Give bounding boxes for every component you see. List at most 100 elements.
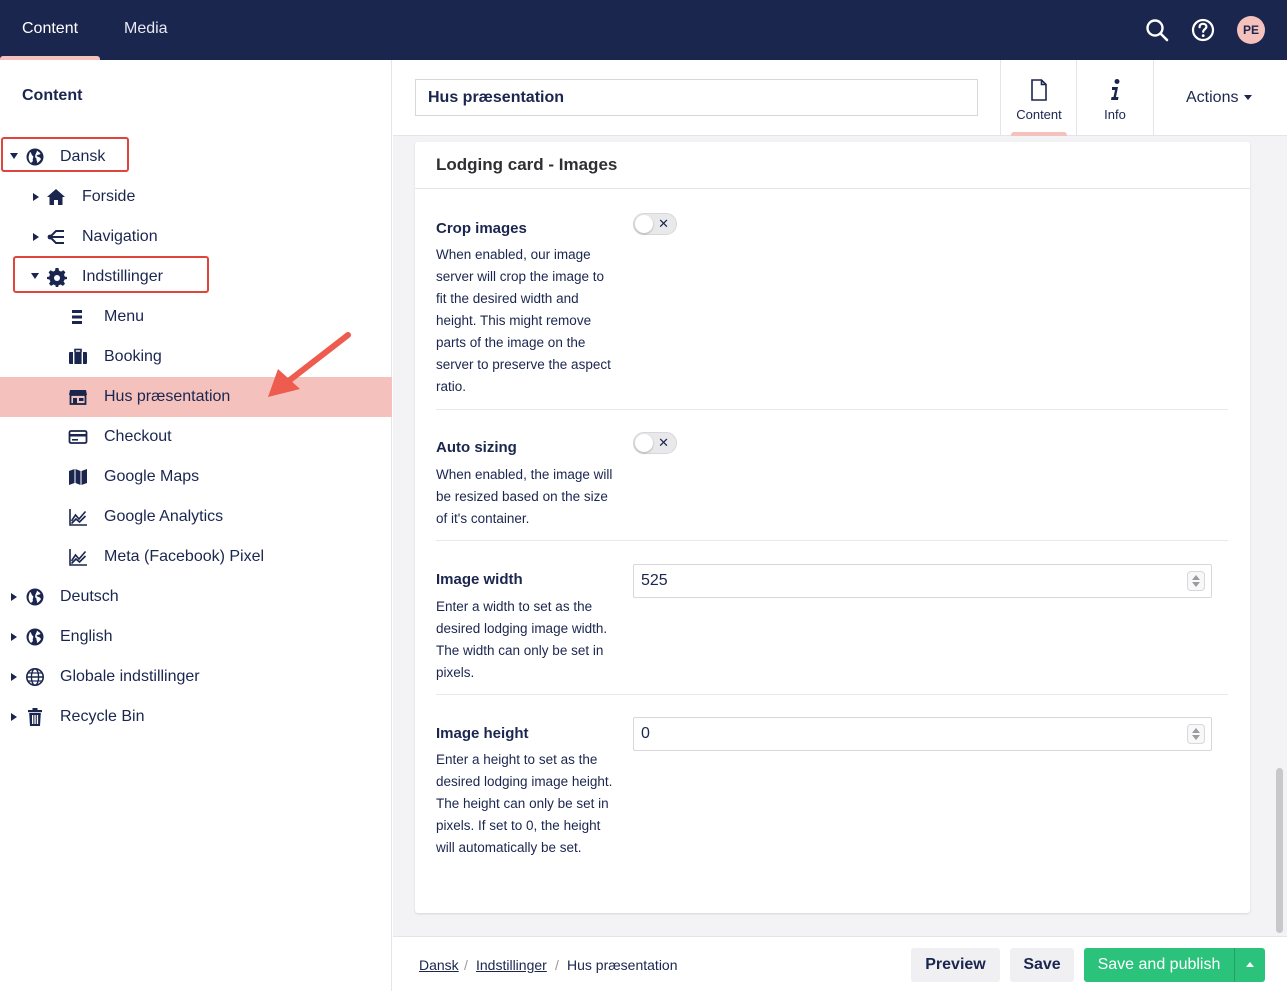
tree-item-label: Checkout (104, 428, 172, 445)
property-description-image-height: Enter a height to set as the desired lod… (436, 752, 613, 855)
tree-item-google-maps[interactable]: Google Maps (0, 457, 392, 497)
globe-icon (26, 628, 44, 646)
property-group-panel: Lodging card - Images Crop images When e… (415, 142, 1250, 913)
breadcrumb-item-dansk[interactable]: Dansk (419, 957, 459, 973)
content-scrollbar[interactable] (1276, 768, 1283, 933)
caret-down-icon (1244, 95, 1253, 101)
tree-item-label: Forside (82, 188, 136, 205)
toggle-knob (635, 434, 653, 452)
property-label-image-width: Image width (436, 571, 523, 588)
navigation-icon (47, 230, 64, 244)
section-tab-media[interactable]: Media (102, 0, 190, 60)
tree-item-meta-pixel[interactable]: Meta (Facebook) Pixel (0, 537, 392, 577)
tree-item-english[interactable]: English (0, 617, 392, 657)
property-label-auto-sizing: Auto sizing (436, 439, 517, 456)
tree-item-label: Meta (Facebook) Pixel (104, 548, 265, 565)
store-icon (69, 390, 87, 405)
tree-item-label: English (60, 628, 113, 645)
property-label-image-height: Image height (436, 725, 529, 742)
caret-right-icon[interactable] (33, 233, 39, 241)
tree-item-globale-indstillinger[interactable]: Globale indstillinger (0, 657, 392, 697)
help-icon[interactable] (1190, 17, 1216, 43)
tree-item-label: Google Analytics (104, 508, 224, 525)
annotation-arrow-icon (268, 332, 351, 397)
breadcrumb-separator: / (464, 957, 468, 973)
user-avatar[interactable]: PE (1237, 16, 1265, 44)
app-tab-label: Info (1104, 107, 1126, 122)
sidebar-title: Content (22, 87, 83, 104)
crop-images-toggle[interactable]: ✕ (633, 213, 677, 235)
chevron-up-icon (1192, 575, 1200, 580)
tree-item-label: Google Maps (104, 468, 200, 485)
map-icon (69, 469, 87, 485)
tree-item-forside[interactable]: Forside (0, 177, 392, 217)
save-and-publish-button[interactable]: Save and publish (1084, 948, 1234, 982)
globe-icon (26, 588, 44, 606)
close-icon: ✕ (658, 435, 669, 450)
trash-icon (28, 708, 42, 726)
actions-label: Actions (1186, 89, 1239, 106)
save-options-toggle[interactable] (1234, 948, 1265, 982)
tree-item-recycle-bin[interactable]: Recycle Bin (0, 697, 392, 737)
section-tab-content[interactable]: Content (0, 0, 101, 60)
editor-footer: Dansk / Indstillinger / Hus præsentation… (393, 936, 1287, 991)
auto-sizing-toggle[interactable]: ✕ (633, 432, 677, 454)
property-description-crop-images: When enabled, our image server will crop… (436, 247, 611, 394)
annotation-highlight-dansk (1, 137, 129, 172)
image-height-value: 0 (641, 725, 650, 742)
tree-item-deutsch[interactable]: Deutsch (0, 577, 392, 617)
chart-icon (69, 549, 87, 566)
tree-item-label: Recycle Bin (60, 708, 145, 725)
breadcrumb-item-indstillinger[interactable]: Indstillinger (476, 957, 547, 973)
image-height-input[interactable]: 0 (633, 717, 1212, 751)
panel-header: Lodging card - Images (415, 142, 1250, 189)
annotation-highlight-indstillinger (13, 256, 209, 293)
chevron-down-icon (1192, 735, 1200, 740)
property-description-image-width: Enter a width to set as the desired lodg… (436, 599, 608, 680)
tree-item-label: Globale indstillinger (60, 668, 200, 685)
caret-right-icon[interactable] (11, 593, 17, 601)
property-divider (436, 540, 1228, 541)
caret-right-icon[interactable] (11, 633, 17, 641)
tree-item-label: Navigation (82, 228, 158, 245)
tree-item-google-analytics[interactable]: Google Analytics (0, 497, 392, 537)
chevron-down-icon (1192, 582, 1200, 587)
save-button[interactable]: Save (1010, 948, 1074, 982)
caret-right-icon[interactable] (11, 713, 17, 721)
property-divider (436, 409, 1228, 410)
caret-right-icon[interactable] (11, 673, 17, 681)
breadcrumb-separator: / (555, 957, 559, 973)
node-name-input[interactable]: Hus præsentation (415, 79, 978, 116)
property-description-auto-sizing: When enabled, the image will be resized … (436, 467, 613, 526)
preview-button[interactable]: Preview (911, 948, 1000, 982)
tree-item-navigation[interactable]: Navigation (0, 217, 392, 257)
property-divider (436, 694, 1228, 695)
search-icon[interactable] (1144, 17, 1170, 43)
actions-dropdown[interactable]: Actions (1153, 60, 1287, 136)
menu-icon (72, 310, 82, 324)
number-spinner[interactable] (1187, 571, 1205, 591)
credit-card-icon (68, 430, 88, 444)
content-tree-sidebar: Content Dansk Forside Navigation Indstil… (0, 60, 392, 991)
number-spinner[interactable] (1187, 724, 1205, 744)
close-icon: ✕ (658, 216, 669, 231)
tree-item-checkout[interactable]: Checkout (0, 417, 392, 457)
image-width-value: 525 (641, 572, 668, 589)
image-width-input[interactable]: 525 (633, 564, 1212, 598)
tree-item-label: Menu (104, 308, 145, 325)
tree-item-label: Hus præsentation (104, 388, 231, 405)
top-navigation-bar: Content Media PE (0, 0, 1287, 60)
world-grid-icon (26, 668, 44, 686)
info-icon (1111, 79, 1120, 100)
tree-item-label: Deutsch (60, 588, 119, 605)
chevron-up-icon (1192, 728, 1200, 733)
caret-right-icon[interactable] (33, 193, 39, 201)
panel-title: Lodging card - Images (436, 155, 618, 174)
breadcrumb-item-current: Hus præsentation (567, 957, 678, 973)
app-tab-info[interactable]: Info (1076, 60, 1153, 136)
home-icon (47, 189, 65, 205)
app-tab-content[interactable]: Content (1000, 60, 1077, 136)
property-label-crop-images: Crop images (436, 220, 527, 237)
app-tab-label: Content (1016, 107, 1062, 122)
toggle-knob (635, 215, 653, 233)
